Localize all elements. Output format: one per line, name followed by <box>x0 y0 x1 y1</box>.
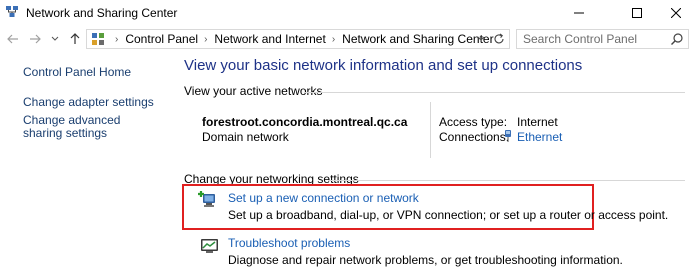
search-icon[interactable] <box>670 32 684 46</box>
page-title: View your basic network information and … <box>184 57 583 74</box>
breadcrumb-control-panel[interactable]: Control Panel <box>125 32 198 46</box>
network-type: Domain network <box>202 130 289 144</box>
back-arrow-icon <box>7 34 18 44</box>
section-divider <box>328 180 685 181</box>
network-center-icon <box>5 5 19 19</box>
troubleshoot-icon[interactable] <box>200 236 220 256</box>
forward-arrow-icon <box>30 34 41 44</box>
back-button[interactable] <box>4 30 22 48</box>
breadcrumb-separator[interactable]: › <box>332 34 335 45</box>
section-divider <box>305 92 685 93</box>
up-arrow-icon <box>70 33 80 44</box>
breadcrumb-network-sharing-center[interactable]: Network and Sharing Center <box>342 32 493 46</box>
troubleshoot-problems-description: Diagnose and repair network problems, or… <box>228 253 623 267</box>
ethernet-connection-link[interactable]: Ethernet <box>517 130 562 144</box>
search-input[interactable] <box>523 31 663 47</box>
forward-button[interactable] <box>26 30 44 48</box>
setup-new-connection-link[interactable]: Set up a new connection or network <box>228 191 419 205</box>
sidebar-item-control-panel-home[interactable]: Control Panel Home <box>23 66 163 79</box>
connections-label: Connections: <box>439 130 510 144</box>
main-content: View your basic network information and … <box>170 52 695 276</box>
breadcrumb-separator[interactable]: › <box>204 34 207 45</box>
refresh-button[interactable] <box>491 31 507 47</box>
breadcrumb-network-internet[interactable]: Network and Internet <box>214 32 325 46</box>
breadcrumb: › Control Panel › Network and Internet ›… <box>109 32 494 46</box>
access-type-label: Access type: <box>439 115 508 129</box>
navigation-bar: › Control Panel › Network and Internet ›… <box>0 26 695 52</box>
breadcrumb-separator: › <box>115 33 119 45</box>
ethernet-icon <box>503 129 513 143</box>
vertical-divider <box>430 102 431 158</box>
sidebar-item-change-adapter-settings[interactable]: Change adapter settings <box>23 96 163 109</box>
access-type-value: Internet <box>517 115 558 129</box>
network-name: forestroot.concordia.montreal.qc.ca <box>202 115 408 129</box>
title-bar: Network and Sharing Center <box>0 0 695 26</box>
minimize-button[interactable] <box>556 0 602 26</box>
sidebar-item-change-advanced-sharing[interactable]: Change advanced sharing settings <box>23 114 163 140</box>
control-panel-icon <box>91 32 105 46</box>
address-bar[interactable]: › Control Panel › Network and Internet ›… <box>86 29 510 49</box>
refresh-icon <box>494 33 504 44</box>
close-button[interactable] <box>653 0 695 26</box>
close-icon <box>671 8 681 18</box>
troubleshoot-problems-link[interactable]: Troubleshoot problems <box>228 236 350 250</box>
active-networks-heading: View your active networks <box>184 84 323 98</box>
left-navigation-pane: Control Panel Home Change adapter settin… <box>0 52 170 276</box>
up-button[interactable] <box>66 30 84 48</box>
chevron-down-icon <box>51 36 59 41</box>
minimize-icon <box>574 12 584 14</box>
search-box[interactable] <box>516 29 689 49</box>
new-connection-icon[interactable] <box>198 190 218 210</box>
network-sharing-center-window: Network and Sharing Center › Control Pan… <box>0 0 695 276</box>
address-dropdown-button[interactable] <box>475 32 487 46</box>
recent-locations-button[interactable] <box>50 30 60 48</box>
chevron-down-icon <box>477 36 485 41</box>
maximize-icon <box>632 8 642 18</box>
setup-new-connection-description: Set up a broadband, dial-up, or VPN conn… <box>228 208 669 222</box>
window-title: Network and Sharing Center <box>26 6 178 20</box>
